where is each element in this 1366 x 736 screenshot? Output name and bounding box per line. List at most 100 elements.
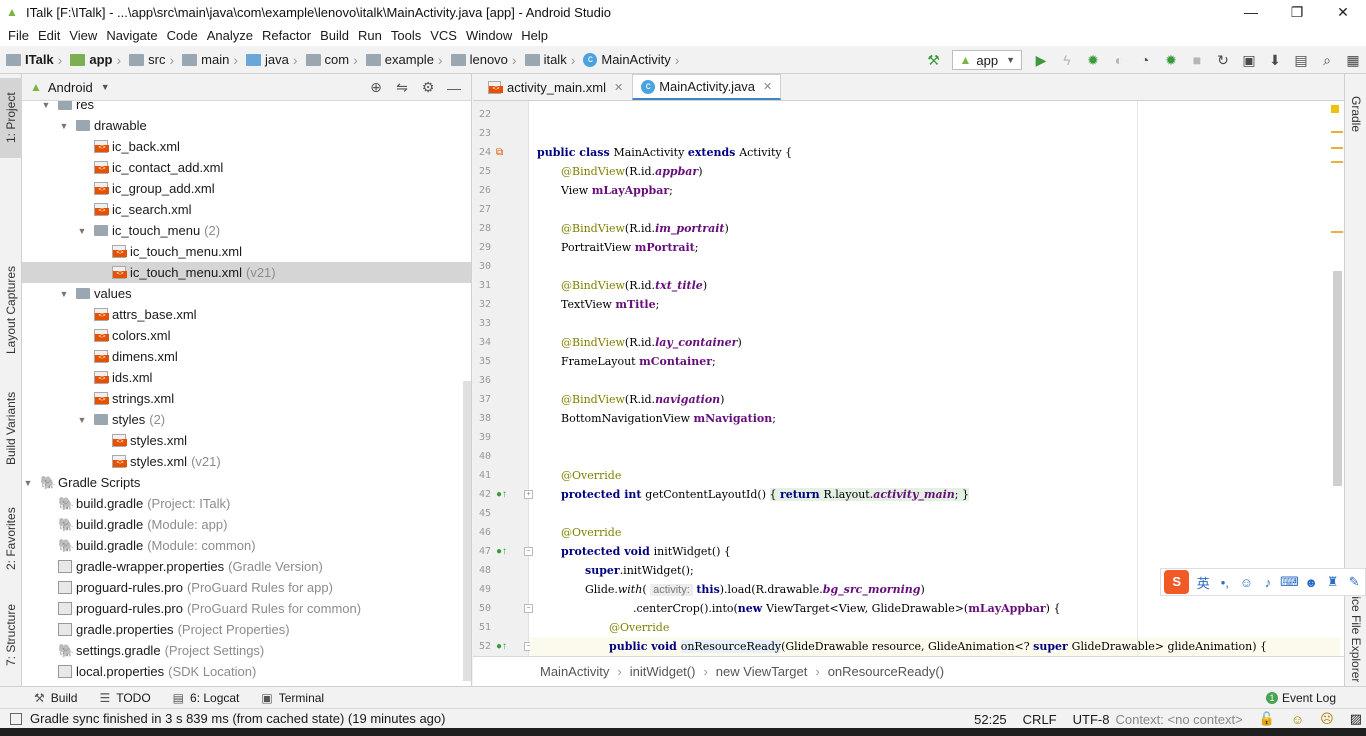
- minimize-button[interactable]: —: [1228, 0, 1274, 24]
- error-stripe-marker[interactable]: [1331, 161, 1343, 163]
- microphone-icon[interactable]: ♪: [1257, 575, 1279, 590]
- error-stripe-marker[interactable]: [1331, 231, 1343, 233]
- tab-logcat[interactable]: ▤ 6: Logcat: [167, 691, 246, 705]
- wrench-icon[interactable]: ✎: [1343, 574, 1365, 590]
- breadcrumb-main[interactable]: main ›: [176, 52, 240, 68]
- close-tab-icon[interactable]: ✕: [614, 81, 623, 94]
- tree-row[interactable]: ic_contact_add.xml: [22, 157, 462, 178]
- tree-row[interactable]: 🐘 build.gradle (Project: ITalk): [22, 493, 462, 514]
- skin-icon[interactable]: ♜: [1322, 574, 1344, 590]
- profile-icon[interactable]: ◐: [1106, 49, 1132, 71]
- hector-icon[interactable]: ☹: [1320, 711, 1334, 727]
- tab-mainactivity-java[interactable]: c MainActivity.java ✕: [632, 74, 782, 100]
- sync-gradle-icon[interactable]: ↻: [1210, 49, 1236, 71]
- tab-todo[interactable]: ☰ TODO: [93, 691, 156, 705]
- make-project-hammer-icon[interactable]: ⚒: [920, 49, 946, 71]
- tree-row[interactable]: proguard-rules.pro (ProGuard Rules for ap…: [22, 577, 462, 598]
- run-icon[interactable]: ▶: [1028, 49, 1054, 71]
- override-method-icon[interactable]: ●↑: [496, 485, 507, 504]
- tree-row[interactable]: ▼ res: [22, 101, 462, 115]
- tree-row[interactable]: colors.xml: [22, 325, 462, 346]
- tree-row[interactable]: strings.xml: [22, 388, 462, 409]
- event-log-button[interactable]: 1 Event Log: [1265, 687, 1336, 709]
- menu-help[interactable]: Help: [517, 28, 552, 43]
- search-icon[interactable]: ⌕: [1314, 49, 1340, 71]
- close-tab-icon[interactable]: ✕: [763, 80, 772, 93]
- tab-build[interactable]: ⚒ Build: [28, 691, 83, 705]
- chevron-down-icon[interactable]: ▼: [101, 82, 110, 92]
- layout-file-icon[interactable]: ⧉: [496, 143, 503, 162]
- tree-row[interactable]: dimens.xml: [22, 346, 462, 367]
- debug-icon[interactable]: ✹: [1080, 49, 1106, 71]
- menu-edit[interactable]: Edit: [34, 28, 64, 43]
- attach-process-icon[interactable]: ✹: [1158, 49, 1184, 71]
- breadcrumb-java[interactable]: java ›: [240, 52, 300, 68]
- breadcrumb-mainactivity[interactable]: c MainActivity ›: [577, 52, 681, 68]
- restore-button[interactable]: ❐: [1274, 0, 1320, 24]
- tab-favorites[interactable]: 2: Favorites: [0, 494, 22, 584]
- tree-row[interactable]: proguard-rules.pro (ProGuard Rules for co…: [22, 598, 462, 619]
- tree-row[interactable]: 🐘 settings.gradle (Project Settings): [22, 640, 462, 661]
- breadcrumb-example[interactable]: example ›: [360, 52, 445, 68]
- avd-manager-icon[interactable]: ▣: [1236, 49, 1262, 71]
- project-structure-icon[interactable]: ▤: [1288, 49, 1314, 71]
- code-crumb[interactable]: onResourceReady(): [828, 664, 944, 679]
- tree-row[interactable]: styles.xml: [22, 430, 462, 451]
- breadcrumb-lenovo[interactable]: lenovo ›: [445, 52, 519, 68]
- tree-row[interactable]: 🐘 build.gradle (Module: common): [22, 535, 462, 556]
- warning-marker-icon[interactable]: [1331, 105, 1339, 113]
- tree-row[interactable]: ▼ values: [22, 283, 462, 304]
- tree-row[interactable]: styles.xml(v21): [22, 451, 462, 472]
- menu-window[interactable]: Window: [462, 28, 516, 43]
- hide-panel-icon[interactable]: —: [441, 80, 467, 96]
- collapse-all-icon[interactable]: ⇋: [389, 79, 415, 96]
- tree-row[interactable]: attrs_base.xml: [22, 304, 462, 325]
- tree-row[interactable]: ▼ drawable: [22, 115, 462, 136]
- tab-terminal[interactable]: ▣ Terminal: [255, 691, 330, 705]
- menu-view[interactable]: View: [65, 28, 101, 43]
- attach-debugger-icon[interactable]: ◔: [1132, 49, 1158, 71]
- fold-expand-icon[interactable]: +: [524, 490, 533, 499]
- chevron-down-icon[interactable]: ▼: [76, 226, 88, 236]
- status-message[interactable]: Gradle sync finished in 3 s 839 ms (from…: [30, 711, 445, 726]
- project-view-select[interactable]: Android: [48, 80, 93, 95]
- emoji-icon[interactable]: ☺: [1236, 575, 1258, 590]
- chevron-down-icon[interactable]: ▼: [58, 121, 70, 131]
- tab-activity-main-xml[interactable]: activity_main.xml ✕: [479, 74, 632, 100]
- breadcrumb-app[interactable]: app ›: [64, 52, 123, 68]
- tree-row[interactable]: ic_back.xml: [22, 136, 462, 157]
- run-configuration-select[interactable]: ▲ app ▼: [952, 50, 1022, 70]
- file-encoding[interactable]: UTF-8: [1073, 712, 1110, 727]
- tree-row[interactable]: ▼ 🐘 Gradle Scripts: [22, 472, 462, 493]
- toggle-tool-windows-icon[interactable]: [10, 712, 22, 725]
- tab-project[interactable]: 1: Project: [0, 78, 22, 158]
- help-icon[interactable]: ▦: [1340, 49, 1366, 71]
- menu-tools[interactable]: Tools: [387, 28, 425, 43]
- tab-build-variants[interactable]: Build Variants: [0, 380, 22, 476]
- tree-row[interactable]: ▼ styles (2): [22, 409, 462, 430]
- chevron-down-icon[interactable]: ▼: [58, 289, 70, 299]
- fold-collapse-icon[interactable]: −: [524, 547, 533, 556]
- breadcrumb-italk[interactable]: ITalk ›: [0, 52, 64, 68]
- tree-row[interactable]: gradle-wrapper.properties (Gradle Version…: [22, 556, 462, 577]
- keyboard-icon[interactable]: ⌨: [1279, 574, 1301, 590]
- tree-row[interactable]: ▼ ic_touch_menu (2): [22, 220, 462, 241]
- tree-row[interactable]: gradle.properties (Project Properties): [22, 619, 462, 640]
- chevron-down-icon[interactable]: ▼: [22, 478, 34, 488]
- tree-row[interactable]: 🐘 build.gradle (Module: app): [22, 514, 462, 535]
- tab-gradle[interactable]: Gradle: [1345, 84, 1366, 144]
- gear-icon[interactable]: ⚙: [415, 79, 441, 96]
- tree-row-selected[interactable]: ic_touch_menu.xml (v21): [22, 262, 471, 283]
- stop-icon[interactable]: ■: [1184, 49, 1210, 71]
- chevron-down-icon[interactable]: ▼: [40, 101, 52, 110]
- override-method-icon[interactable]: ●↑: [496, 637, 507, 656]
- tree-row[interactable]: ic_touch_menu.xml: [22, 241, 462, 262]
- breadcrumb-italk-package[interactable]: italk ›: [519, 52, 578, 68]
- locate-icon[interactable]: ⊕: [363, 79, 389, 96]
- menu-analyze[interactable]: Analyze: [203, 28, 257, 43]
- punctuation-icon[interactable]: •,: [1214, 575, 1236, 590]
- menu-vcs[interactable]: VCS: [426, 28, 461, 43]
- line-separator[interactable]: CRLF: [1023, 712, 1057, 727]
- sogou-logo-icon[interactable]: S: [1164, 570, 1190, 594]
- close-button[interactable]: ✕: [1320, 0, 1366, 24]
